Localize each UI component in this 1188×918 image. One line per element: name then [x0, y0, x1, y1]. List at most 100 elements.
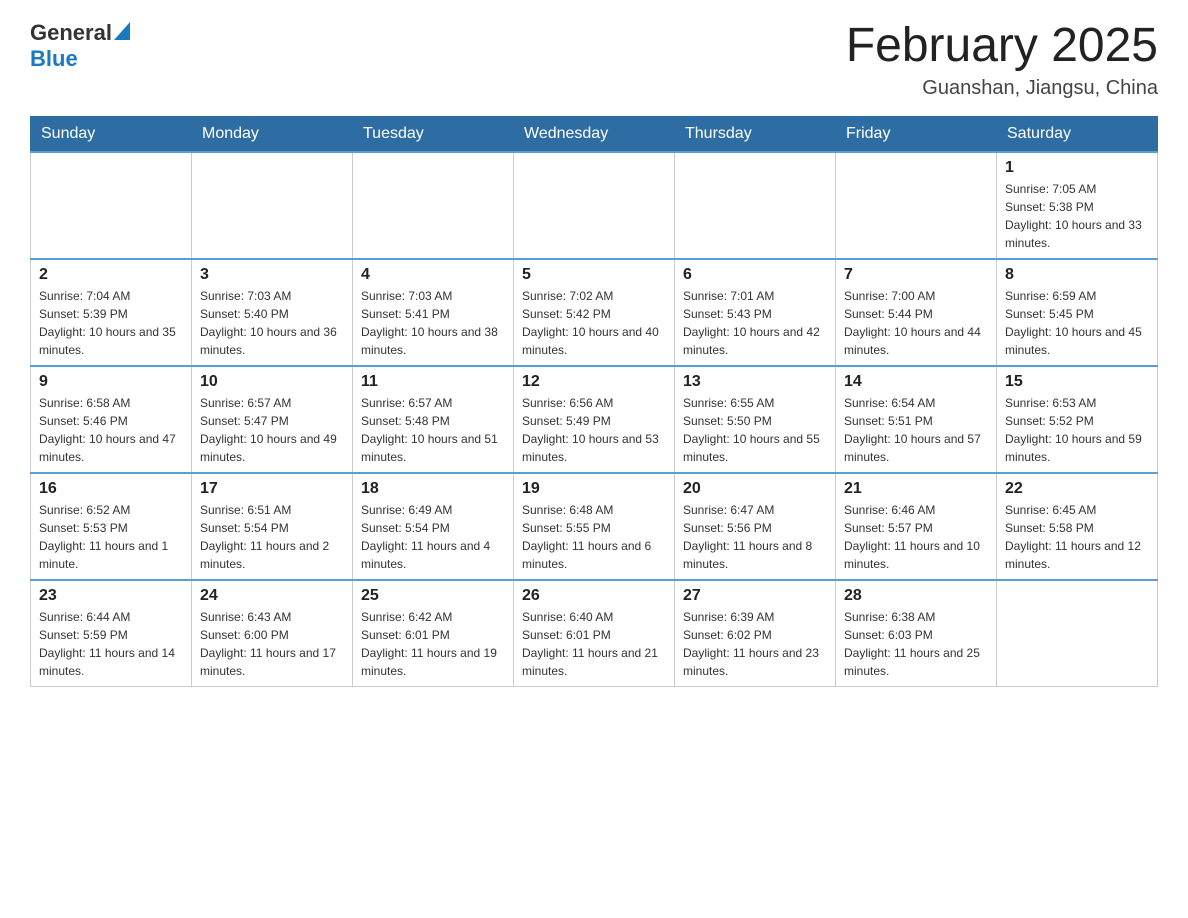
day-info: Sunrise: 6:47 AMSunset: 5:56 PMDaylight:… — [683, 501, 827, 573]
day-info: Sunrise: 6:55 AMSunset: 5:50 PMDaylight:… — [683, 394, 827, 466]
calendar-cell: 18 Sunrise: 6:49 AMSunset: 5:54 PMDayligh… — [353, 473, 514, 580]
day-number: 11 — [361, 373, 505, 391]
day-info: Sunrise: 6:49 AMSunset: 5:54 PMDaylight:… — [361, 501, 505, 573]
calendar-cell: 7 Sunrise: 7:00 AMSunset: 5:44 PMDaylight… — [836, 259, 997, 366]
day-number: 1 — [1005, 159, 1149, 177]
day-number: 24 — [200, 587, 344, 605]
calendar-week-row: 2Sunrise: 7:04 AMSunset: 5:39 PMDaylight… — [31, 259, 1158, 366]
day-info: Sunrise: 6:40 AMSunset: 6:01 PMDaylight:… — [522, 608, 666, 680]
header: General Blue February 2025 Guanshan, Jia… — [30, 20, 1158, 100]
calendar-cell: 28 Sunrise: 6:38 AMSunset: 6:03 PMDayligh… — [836, 580, 997, 687]
calendar-cell: 16 Sunrise: 6:52 AMSunset: 5:53 PMDayligh… — [31, 473, 192, 580]
calendar-cell: 22 Sunrise: 6:45 AMSunset: 5:58 PMDayligh… — [997, 473, 1158, 580]
calendar-cell: 8 Sunrise: 6:59 AMSunset: 5:45 PMDaylight… — [997, 259, 1158, 366]
calendar-cell — [192, 152, 353, 259]
calendar-cell: 24 Sunrise: 6:43 AMSunset: 6:00 PMDayligh… — [192, 580, 353, 687]
calendar-cell — [353, 152, 514, 259]
day-info: Sunrise: 6:53 AMSunset: 5:52 PMDaylight:… — [1005, 394, 1149, 466]
day-info: Sunrise: 6:38 AMSunset: 6:03 PMDaylight:… — [844, 608, 988, 680]
calendar-cell: 25 Sunrise: 6:42 AMSunset: 6:01 PMDayligh… — [353, 580, 514, 687]
day-number: 20 — [683, 480, 827, 498]
day-number: 26 — [522, 587, 666, 605]
day-info: Sunrise: 7:01 AMSunset: 5:43 PMDaylight:… — [683, 287, 827, 359]
day-number: 15 — [1005, 373, 1149, 391]
calendar-cell: 4 Sunrise: 7:03 AMSunset: 5:41 PMDaylight… — [353, 259, 514, 366]
day-number: 28 — [844, 587, 988, 605]
calendar-cell: 5 Sunrise: 7:02 AMSunset: 5:42 PMDaylight… — [514, 259, 675, 366]
calendar-cell: 10 Sunrise: 6:57 AMSunset: 5:47 PMDayligh… — [192, 366, 353, 473]
day-of-week-header: Friday — [836, 116, 997, 152]
day-info: Sunrise: 6:59 AMSunset: 5:45 PMDaylight:… — [1005, 287, 1149, 359]
day-number: 21 — [844, 480, 988, 498]
day-of-week-header: Monday — [192, 116, 353, 152]
calendar-week-row: 1 Sunrise: 7:05 AMSunset: 5:38 PMDaylight… — [31, 152, 1158, 259]
calendar-cell: 14 Sunrise: 6:54 AMSunset: 5:51 PMDayligh… — [836, 366, 997, 473]
day-number: 17 — [200, 480, 344, 498]
calendar-table: SundayMondayTuesdayWednesdayThursdayFrid… — [30, 116, 1158, 687]
day-number: 27 — [683, 587, 827, 605]
calendar-week-row: 16 Sunrise: 6:52 AMSunset: 5:53 PMDayligh… — [31, 473, 1158, 580]
day-info: Sunrise: 6:46 AMSunset: 5:57 PMDaylight:… — [844, 501, 988, 573]
day-number: 23 — [39, 587, 183, 605]
day-number: 5 — [522, 266, 666, 284]
day-number: 10 — [200, 373, 344, 391]
day-info: Sunrise: 6:56 AMSunset: 5:49 PMDaylight:… — [522, 394, 666, 466]
day-info: Sunrise: 6:52 AMSunset: 5:53 PMDaylight:… — [39, 501, 183, 573]
day-info: Sunrise: 6:57 AMSunset: 5:47 PMDaylight:… — [200, 394, 344, 466]
day-number: 25 — [361, 587, 505, 605]
day-info: Sunrise: 6:48 AMSunset: 5:55 PMDaylight:… — [522, 501, 666, 573]
logo-triangle-icon — [114, 22, 130, 45]
calendar-cell — [997, 580, 1158, 687]
day-of-week-header: Tuesday — [353, 116, 514, 152]
title-area: February 2025 Guanshan, Jiangsu, China — [846, 20, 1158, 100]
day-number: 6 — [683, 266, 827, 284]
day-number: 9 — [39, 373, 183, 391]
calendar-cell: 6 Sunrise: 7:01 AMSunset: 5:43 PMDaylight… — [675, 259, 836, 366]
day-of-week-header: Saturday — [997, 116, 1158, 152]
calendar-header-row: SundayMondayTuesdayWednesdayThursdayFrid… — [31, 116, 1158, 152]
calendar-cell: 27 Sunrise: 6:39 AMSunset: 6:02 PMDayligh… — [675, 580, 836, 687]
calendar-cell — [31, 152, 192, 259]
day-number: 7 — [844, 266, 988, 284]
day-info: Sunrise: 7:03 AMSunset: 5:41 PMDaylight:… — [361, 287, 505, 359]
calendar-cell: 17Sunrise: 6:51 AMSunset: 5:54 PMDayligh… — [192, 473, 353, 580]
day-number: 2 — [39, 266, 183, 284]
calendar-cell: 12Sunrise: 6:56 AMSunset: 5:49 PMDayligh… — [514, 366, 675, 473]
calendar-cell: 1 Sunrise: 7:05 AMSunset: 5:38 PMDaylight… — [997, 152, 1158, 259]
day-info: Sunrise: 6:45 AMSunset: 5:58 PMDaylight:… — [1005, 501, 1149, 573]
calendar-cell — [836, 152, 997, 259]
calendar-cell: 20 Sunrise: 6:47 AMSunset: 5:56 PMDayligh… — [675, 473, 836, 580]
day-number: 16 — [39, 480, 183, 498]
day-info: Sunrise: 6:57 AMSunset: 5:48 PMDaylight:… — [361, 394, 505, 466]
calendar-week-row: 9 Sunrise: 6:58 AMSunset: 5:46 PMDaylight… — [31, 366, 1158, 473]
day-info: Sunrise: 7:02 AMSunset: 5:42 PMDaylight:… — [522, 287, 666, 359]
day-of-week-header: Thursday — [675, 116, 836, 152]
calendar-cell: 26 Sunrise: 6:40 AMSunset: 6:01 PMDayligh… — [514, 580, 675, 687]
logo-blue-text: Blue — [30, 46, 78, 72]
month-title: February 2025 — [846, 20, 1158, 73]
calendar-cell: 15 Sunrise: 6:53 AMSunset: 5:52 PMDayligh… — [997, 366, 1158, 473]
location-title: Guanshan, Jiangsu, China — [846, 77, 1158, 100]
calendar-cell: 9 Sunrise: 6:58 AMSunset: 5:46 PMDaylight… — [31, 366, 192, 473]
day-info: Sunrise: 7:00 AMSunset: 5:44 PMDaylight:… — [844, 287, 988, 359]
day-info: Sunrise: 6:58 AMSunset: 5:46 PMDaylight:… — [39, 394, 183, 466]
day-number: 22 — [1005, 480, 1149, 498]
day-number: 14 — [844, 373, 988, 391]
calendar-cell: 23 Sunrise: 6:44 AMSunset: 5:59 PMDayligh… — [31, 580, 192, 687]
day-number: 19 — [522, 480, 666, 498]
day-of-week-header: Sunday — [31, 116, 192, 152]
day-number: 18 — [361, 480, 505, 498]
day-info: Sunrise: 6:54 AMSunset: 5:51 PMDaylight:… — [844, 394, 988, 466]
calendar-cell — [514, 152, 675, 259]
day-number: 4 — [361, 266, 505, 284]
day-info: Sunrise: 6:42 AMSunset: 6:01 PMDaylight:… — [361, 608, 505, 680]
calendar-week-row: 23 Sunrise: 6:44 AMSunset: 5:59 PMDayligh… — [31, 580, 1158, 687]
day-number: 8 — [1005, 266, 1149, 284]
day-number: 3 — [200, 266, 344, 284]
day-info: Sunrise: 7:03 AMSunset: 5:40 PMDaylight:… — [200, 287, 344, 359]
day-info: Sunrise: 7:05 AMSunset: 5:38 PMDaylight:… — [1005, 180, 1149, 252]
day-info: Sunrise: 6:39 AMSunset: 6:02 PMDaylight:… — [683, 608, 827, 680]
calendar-cell: 2Sunrise: 7:04 AMSunset: 5:39 PMDaylight… — [31, 259, 192, 366]
day-info: Sunrise: 6:43 AMSunset: 6:00 PMDaylight:… — [200, 608, 344, 680]
day-info: Sunrise: 6:44 AMSunset: 5:59 PMDaylight:… — [39, 608, 183, 680]
